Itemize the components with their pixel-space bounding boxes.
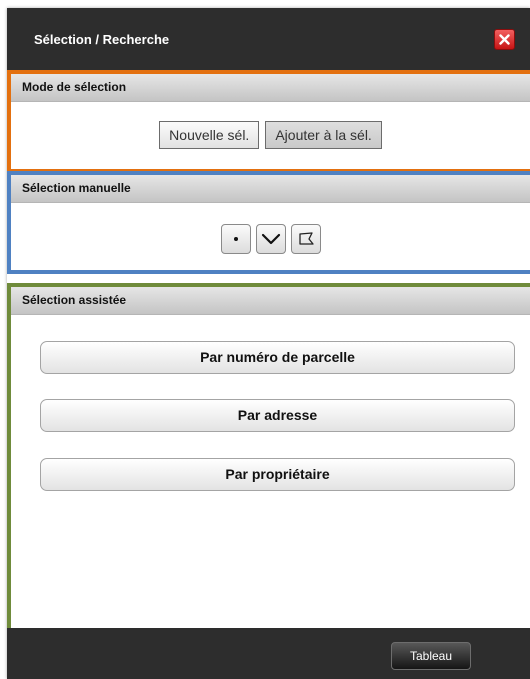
- mode-buttons: Nouvelle sél. Ajouter à la sél.: [11, 121, 530, 149]
- polyline-tool-button[interactable]: [255, 224, 286, 254]
- add-to-selection-button[interactable]: Ajouter à la sél.: [265, 121, 382, 149]
- polygon-tool-button[interactable]: [290, 224, 321, 254]
- by-owner-button[interactable]: Par propriétaire: [40, 458, 515, 491]
- dialog-titlebar: Sélection / Recherche: [7, 8, 530, 70]
- section-header: Sélection manuelle: [11, 175, 530, 203]
- section-header: Sélection assistée: [11, 287, 530, 315]
- dialog-title: Sélection / Recherche: [34, 32, 170, 47]
- table-button[interactable]: Tableau: [391, 642, 471, 670]
- by-parcel-number-button[interactable]: Par numéro de parcelle: [40, 341, 515, 374]
- manual-tools: [11, 224, 530, 254]
- manual-selection-section: Sélection manuelle: [7, 171, 530, 274]
- polygon-icon: [298, 232, 314, 245]
- selection-mode-section: Mode de sélection Nouvelle sél. Ajouter …: [7, 70, 530, 173]
- assisted-selection-section: Sélection assistée Par numéro de parcell…: [7, 283, 530, 628]
- close-button[interactable]: [494, 29, 515, 50]
- by-address-button[interactable]: Par adresse: [40, 399, 515, 432]
- new-selection-button[interactable]: Nouvelle sél.: [159, 121, 260, 149]
- polyline-icon: [261, 233, 280, 245]
- close-icon: [499, 34, 510, 45]
- point-tool-button[interactable]: [220, 224, 251, 254]
- selection-dialog: Sélection / Recherche Mode de sélection …: [7, 8, 530, 679]
- point-icon: [233, 237, 238, 241]
- dialog-footer: Tableau: [7, 628, 530, 679]
- section-header: Mode de sélection: [11, 74, 530, 102]
